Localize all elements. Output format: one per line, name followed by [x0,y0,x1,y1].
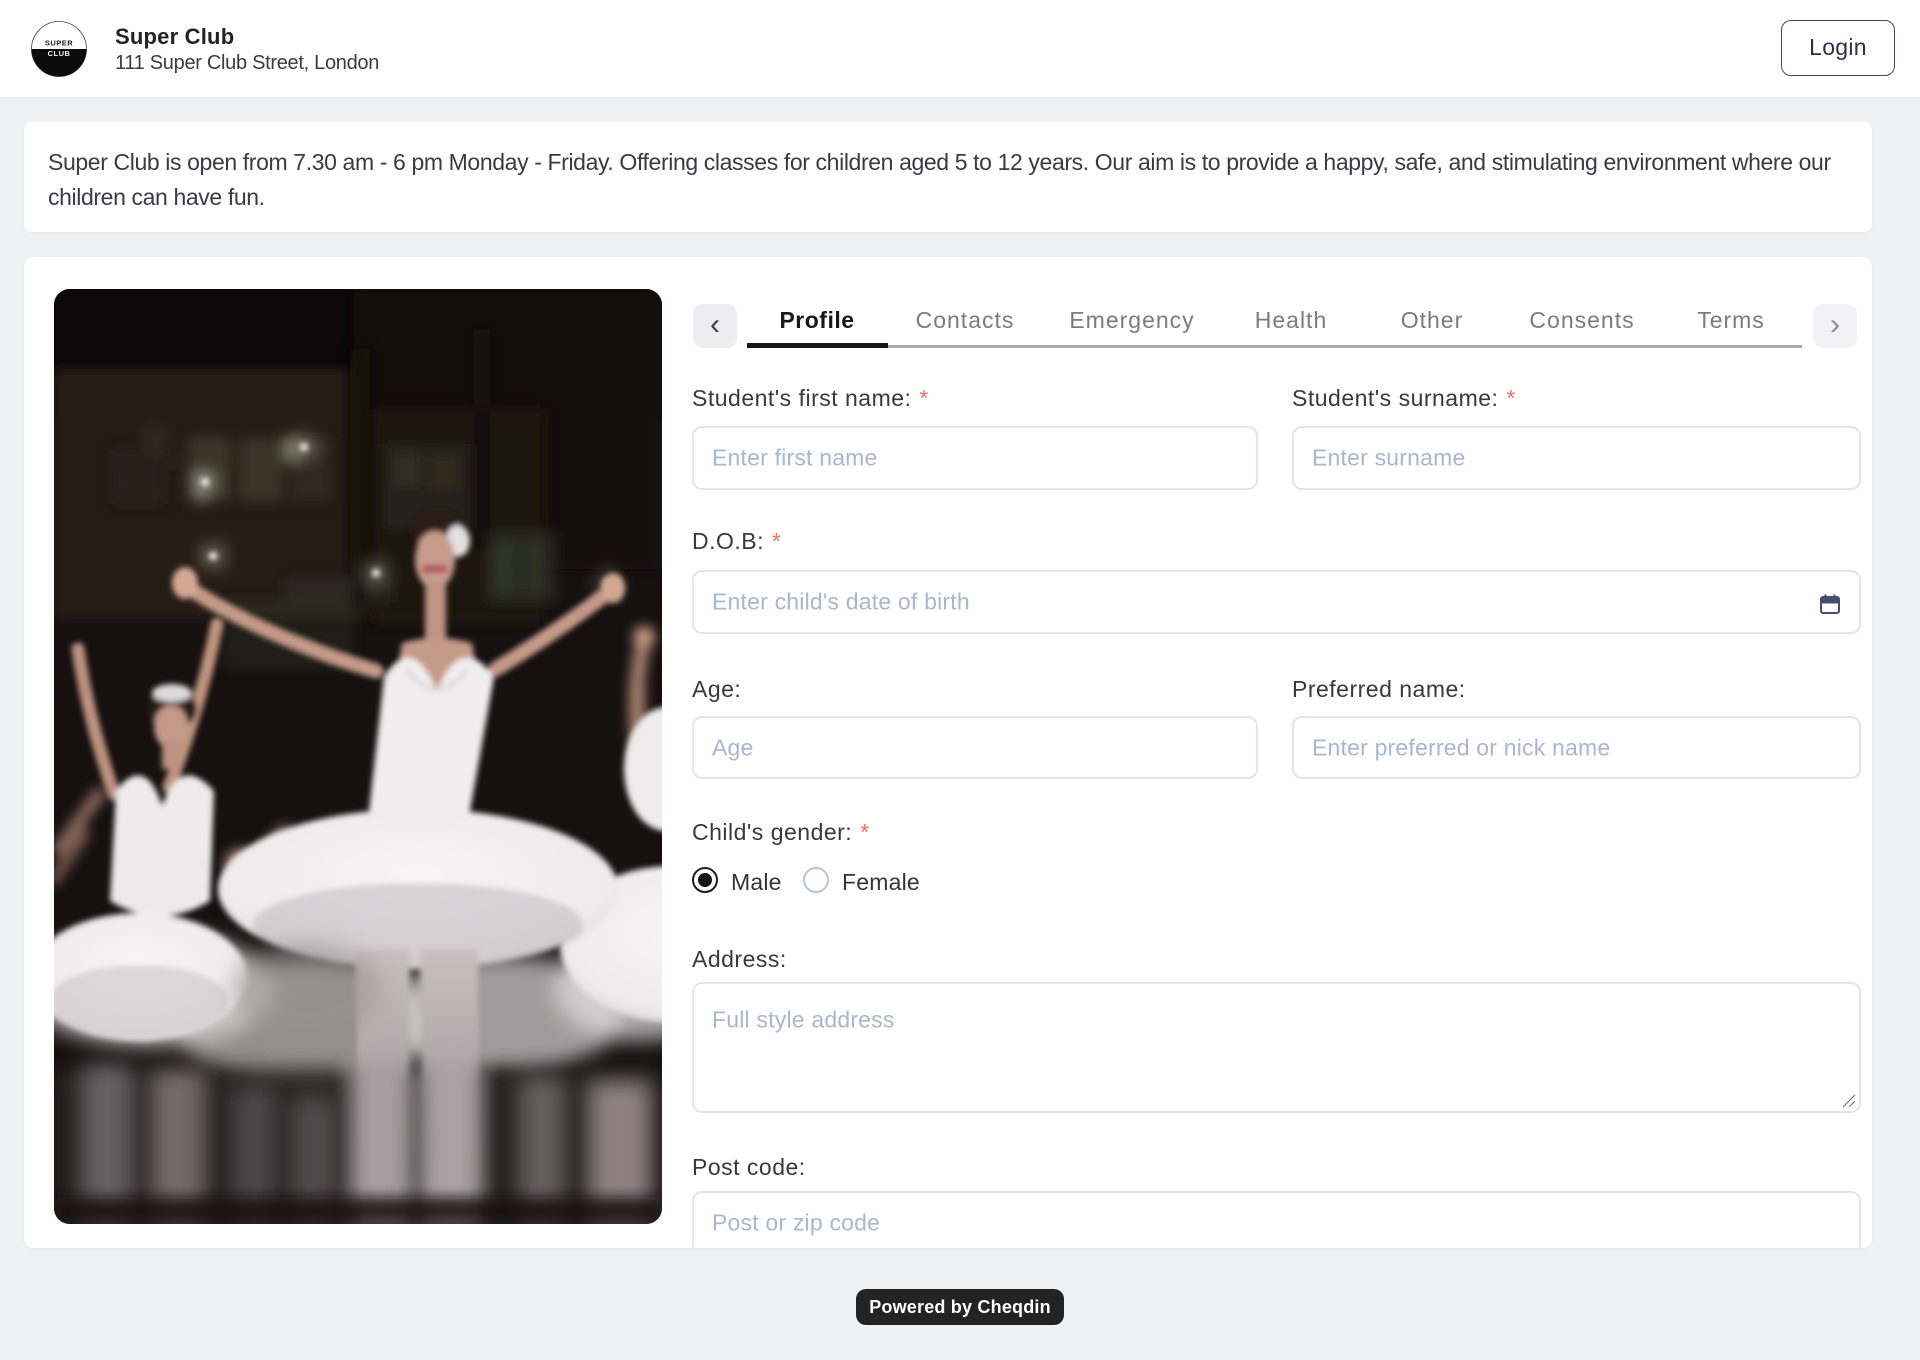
svg-text:CLUB: CLUB [48,49,71,58]
svg-text:SUPER: SUPER [45,39,73,48]
